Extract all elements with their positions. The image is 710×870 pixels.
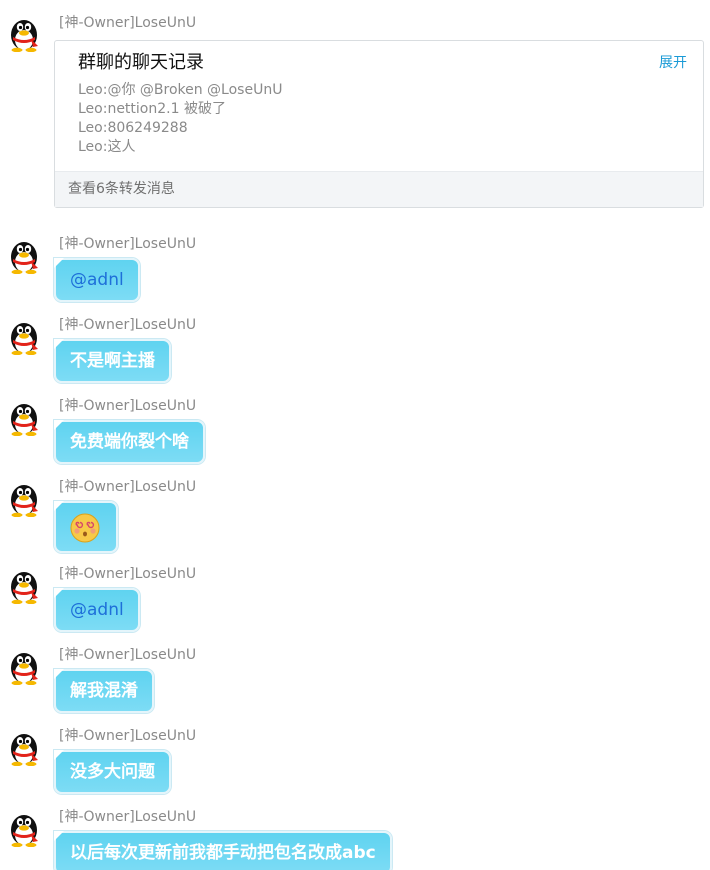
message-bubble[interactable]: 不是啊主播 [54,339,171,383]
message-bubble[interactable] [54,501,118,553]
sender-name[interactable]: [神-Owner]LoseUnU [59,236,196,252]
message-bubble[interactable]: 免费端你裂个啥 [54,420,205,464]
expand-link[interactable]: 展开 [659,55,687,71]
qq-penguin-icon[interactable] [5,479,43,517]
dizzy-face-emoji-icon [70,513,100,543]
sender-name[interactable]: [神-Owner]LoseUnU [59,728,196,744]
view-forwarded-messages-link[interactable]: 查看6条转发消息 [55,171,703,207]
qq-penguin-icon[interactable] [5,566,43,604]
forwarded-chat-card[interactable]: 群聊的聊天记录 展开 Leo:@你 @Broken @LoseUnU Leo:n… [54,40,704,208]
sender-name[interactable]: [神-Owner]LoseUnU [59,566,196,582]
message-bubble[interactable]: 解我混淆 [54,669,154,713]
sender-name[interactable]: [神-Owner]LoseUnU [59,479,196,495]
qq-penguin-icon[interactable] [5,647,43,685]
sender-name[interactable]: [神-Owner]LoseUnU [59,15,196,31]
preview-line: Leo:806249288 [78,120,188,136]
qq-penguin-icon[interactable] [5,728,43,766]
preview-line: Leo:nettion2.1 被破了 [78,101,226,117]
sender-name[interactable]: [神-Owner]LoseUnU [59,809,196,825]
message-bubble[interactable]: 以后每次更新前我都手动把包名改成abc [54,831,392,870]
sender-name[interactable]: [神-Owner]LoseUnU [59,317,196,333]
sender-name[interactable]: [神-Owner]LoseUnU [59,647,196,663]
qq-penguin-icon[interactable] [5,398,43,436]
preview-line: Leo:@你 @Broken @LoseUnU [78,82,283,98]
message-bubble[interactable]: @adnl [54,258,140,302]
qq-penguin-icon[interactable] [5,317,43,355]
card-title: 群聊的聊天记录 [78,52,204,73]
chat-message-list: [神-Owner]LoseUnU 群聊的聊天记录 展开 Leo:@你 @Brok… [0,0,710,870]
card-preview: Leo:@你 @Broken @LoseUnU Leo:nettion2.1 被… [78,81,282,157]
preview-line: Leo:这人 [78,139,136,155]
qq-penguin-icon[interactable] [5,809,43,847]
message-bubble[interactable]: 没多大问题 [54,750,171,794]
sender-name[interactable]: [神-Owner]LoseUnU [59,398,196,414]
qq-penguin-icon[interactable] [5,236,43,274]
message-bubble[interactable]: @adnl [54,588,140,632]
qq-penguin-icon[interactable] [5,14,43,52]
